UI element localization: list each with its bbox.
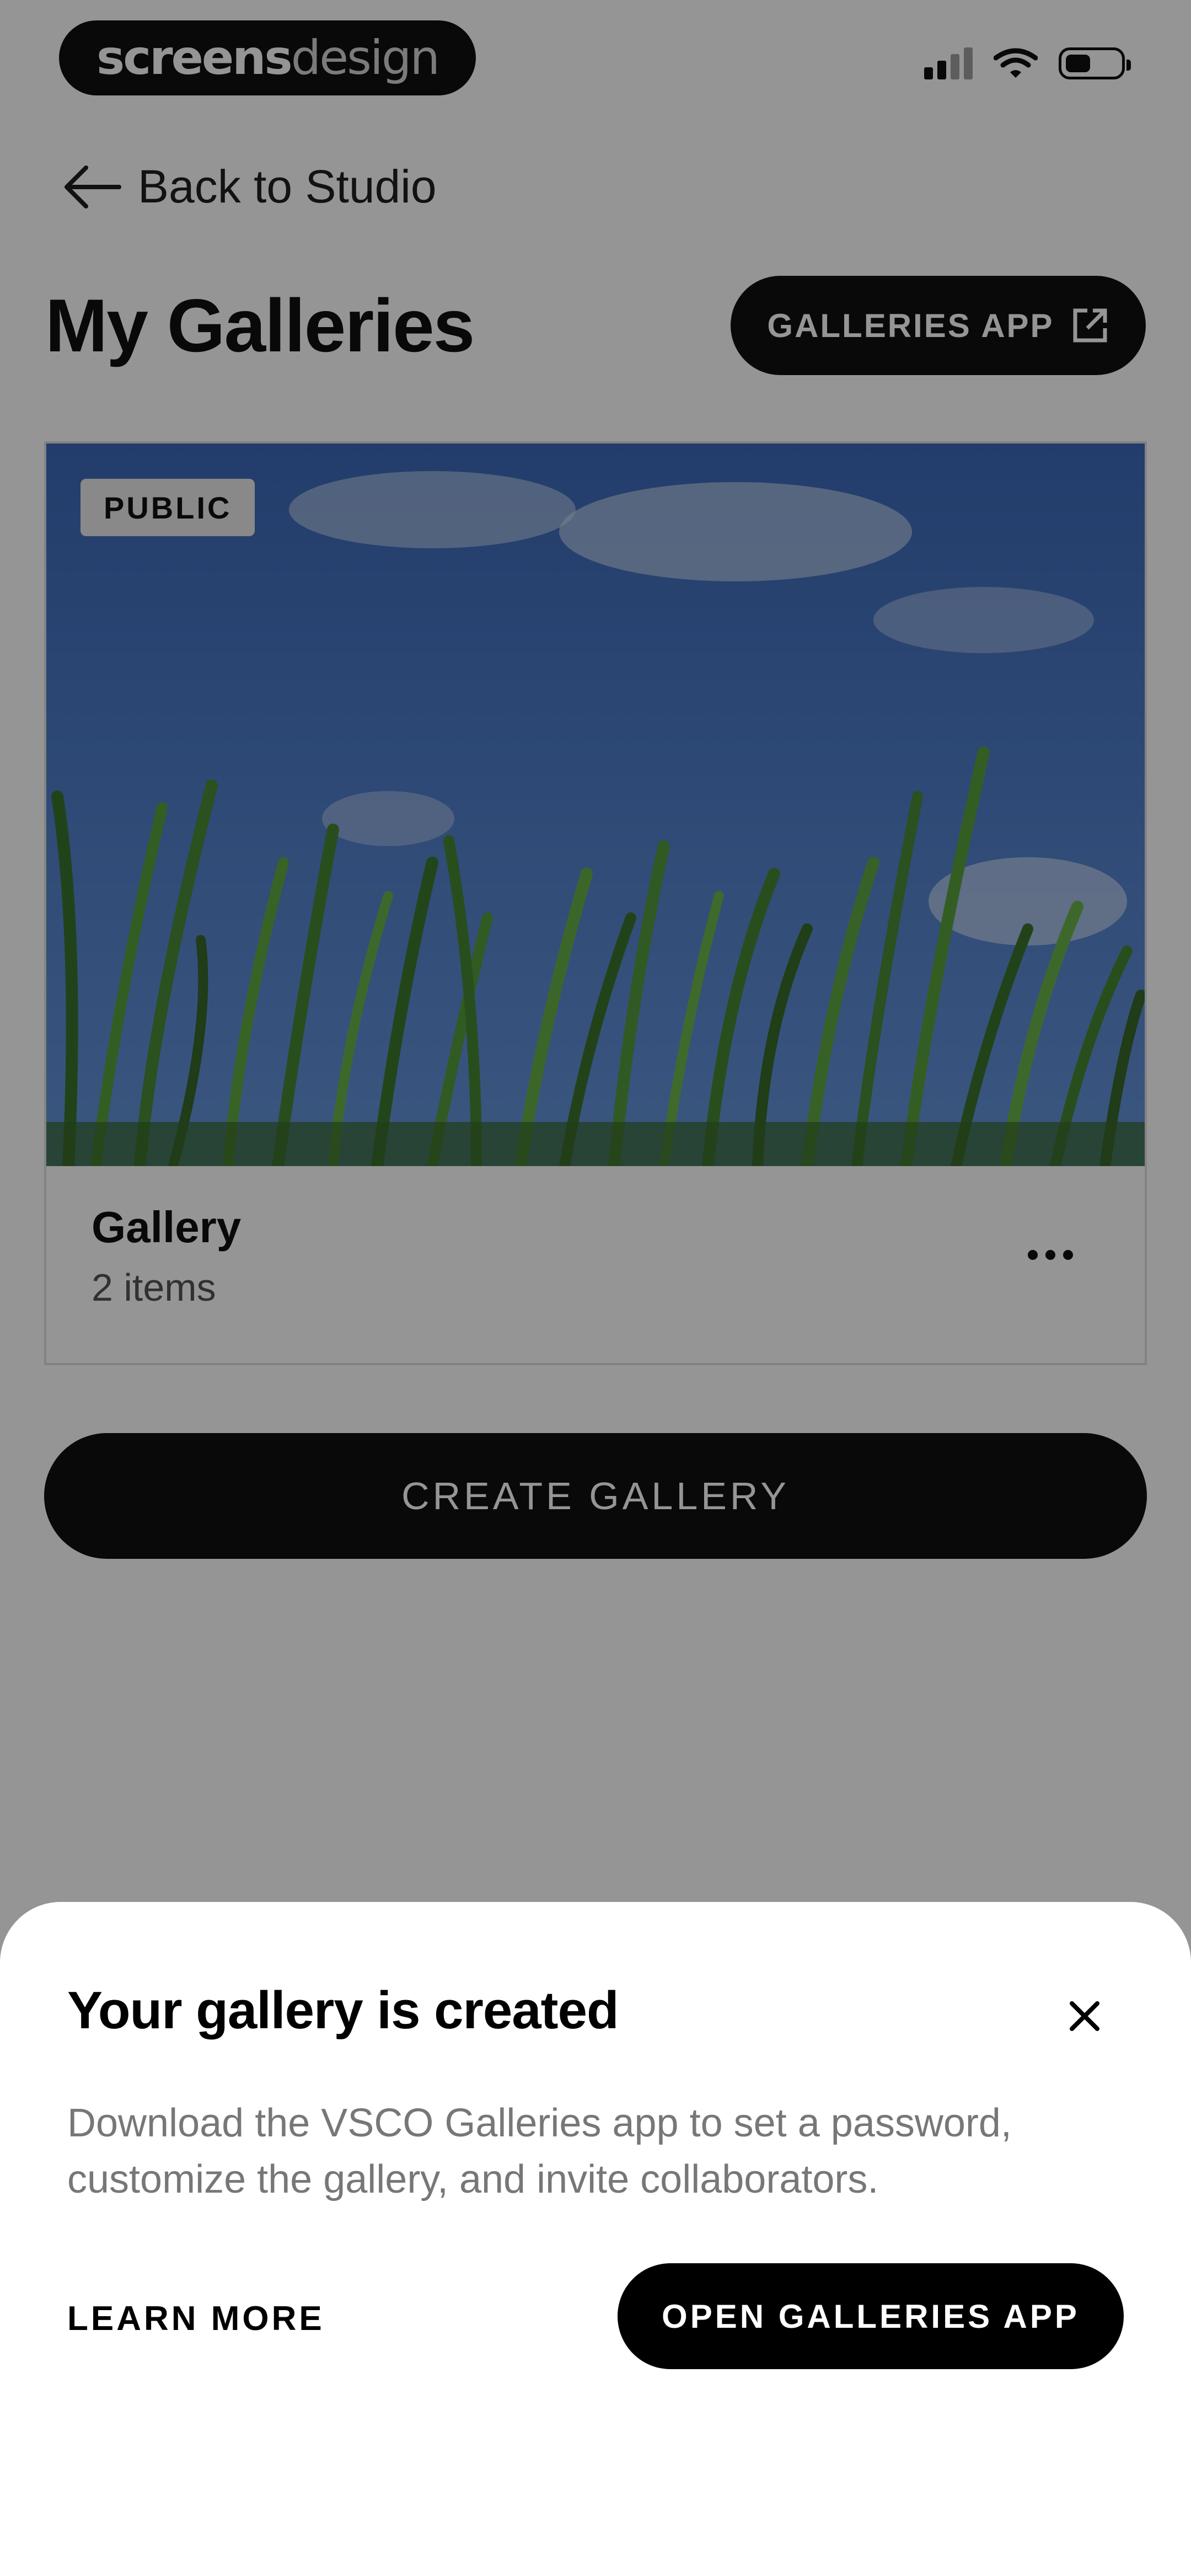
galleries-screen: screens design Back to Studio My Gallerie… [0,0,1191,2576]
learn-more-link[interactable]: LEARN MORE [67,2299,325,2338]
sheet-title: Your gallery is created [67,1981,619,2040]
gallery-created-sheet: Your gallery is created Download the VSC… [0,1902,1191,2576]
close-icon[interactable] [1064,1996,1105,2037]
sheet-description: Download the VSCO Galleries app to set a… [67,2101,1012,2201]
open-galleries-app-button[interactable]: OPEN GALLERIES APP [618,2263,1124,2369]
